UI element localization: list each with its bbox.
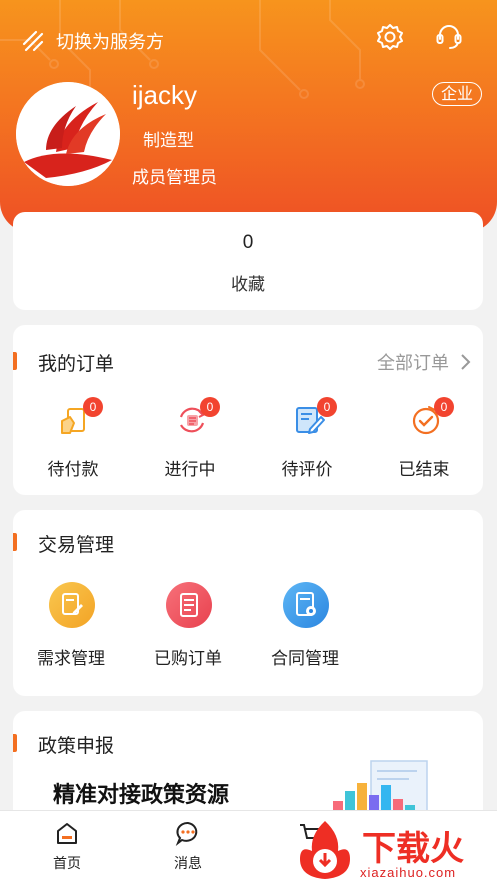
section-accent-bar xyxy=(13,734,17,752)
watermark-url: xiazaihuo.com xyxy=(360,865,457,880)
settings-icon[interactable] xyxy=(375,22,405,52)
purchased-order-icon xyxy=(180,593,198,617)
pending-review-badge: 0 xyxy=(317,397,337,417)
requirement-icon-bg xyxy=(49,582,95,628)
all-orders-link[interactable]: 全部订单 xyxy=(377,349,471,375)
all-orders-label: 全部订单 xyxy=(377,353,449,374)
contract-icon-bg xyxy=(283,582,329,628)
watermark-logo-icon xyxy=(300,821,350,879)
favorites-label: 收藏 xyxy=(231,275,265,295)
pending-payment-badge: 0 xyxy=(83,397,103,417)
favorites-count: 0 xyxy=(242,232,254,253)
order-in-progress[interactable]: 0 进行中 xyxy=(140,397,240,487)
switch-icon xyxy=(22,30,44,52)
requirement-icon xyxy=(62,593,83,615)
order-item-label: 进行中 xyxy=(164,460,216,480)
site-watermark: 下载火 xiazaihuo.com xyxy=(290,815,490,883)
company-avatar[interactable] xyxy=(16,82,120,186)
trade-title: 交易管理 xyxy=(38,534,115,556)
username: ijacky xyxy=(132,80,198,110)
company-type: 制造型 xyxy=(143,131,194,151)
user-role: 成员管理员 xyxy=(132,168,217,188)
purchased-orders[interactable]: 已购订单 xyxy=(138,580,238,680)
section-accent-bar xyxy=(13,352,17,370)
company-logo-icon xyxy=(16,82,120,186)
trade-management-card: 交易管理 需求管理 已购订单 合同管理 xyxy=(13,510,483,696)
tab-home[interactable]: 首页 xyxy=(22,819,112,873)
customer-service-icon[interactable] xyxy=(434,22,464,52)
policy-title: 政策申报 xyxy=(38,735,115,757)
contract-management[interactable]: 合同管理 xyxy=(255,580,355,680)
completed-badge: 0 xyxy=(434,397,454,417)
orders-title: 我的订单 xyxy=(38,353,115,375)
order-item-label: 已结束 xyxy=(398,460,450,480)
watermark-text: 下载火 xyxy=(362,829,464,869)
order-item-label: 待付款 xyxy=(47,460,99,480)
contract-icon xyxy=(296,592,316,616)
my-orders-card: 我的订单 全部订单 0 待付款 0 进行中 0 待评价 0 已结束 xyxy=(13,325,483,495)
switch-role-label: 切换为服务方 xyxy=(56,32,164,53)
section-accent-bar xyxy=(13,533,17,551)
requirement-management[interactable]: 需求管理 xyxy=(21,580,121,680)
trade-item-label: 需求管理 xyxy=(37,649,105,669)
order-item-label: 待评价 xyxy=(281,460,333,480)
chevron-right-icon xyxy=(461,354,471,370)
policy-banner-title[interactable]: 精准对接政策资源 xyxy=(53,777,229,809)
in-progress-badge: 0 xyxy=(200,397,220,417)
switch-role-button[interactable]: 切换为服务方 xyxy=(20,28,164,54)
order-completed[interactable]: 0 已结束 xyxy=(374,397,474,487)
tab-label: 首页 xyxy=(53,856,81,872)
tab-messages[interactable]: 消息 xyxy=(143,819,233,873)
tab-label: 消息 xyxy=(174,856,202,872)
enterprise-badge[interactable]: 企业 xyxy=(432,82,482,106)
trade-item-label: 合同管理 xyxy=(271,649,339,669)
favorites-card[interactable]: 0 收藏 xyxy=(13,212,483,310)
order-pending-payment[interactable]: 0 待付款 xyxy=(23,397,123,487)
home-icon xyxy=(57,823,77,844)
message-icon xyxy=(175,822,198,846)
order-pending-review[interactable]: 0 待评价 xyxy=(257,397,357,487)
purchased-order-icon-bg xyxy=(166,582,212,628)
trade-item-label: 已购订单 xyxy=(154,649,222,669)
